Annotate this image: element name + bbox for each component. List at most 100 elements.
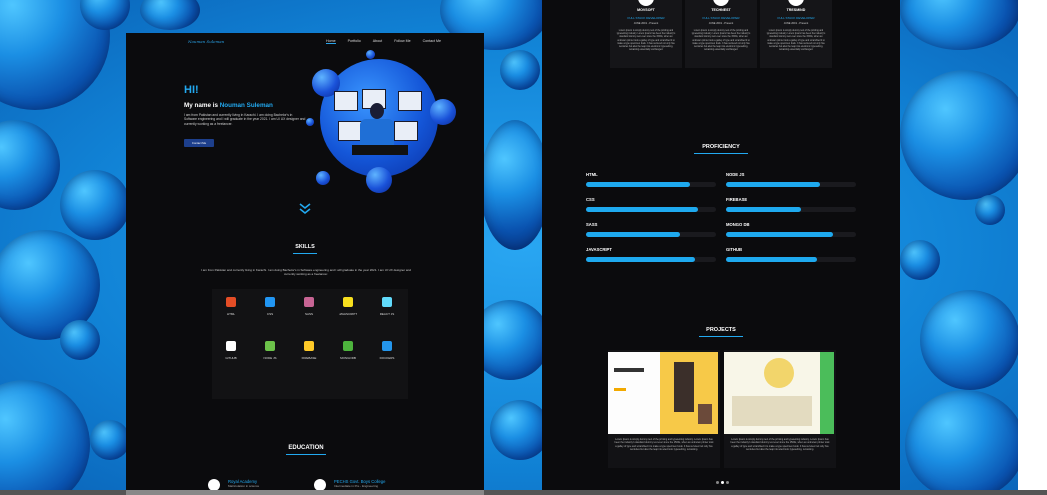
project-description: Lorem Ipsum is simply dummy text of the … xyxy=(614,438,714,451)
experience-card: MOVSOFT FULL STACK DEVELOPER JUNE 2019 -… xyxy=(610,0,682,68)
skill-item: GITHUB xyxy=(216,341,246,360)
proficiency-label: MONGO DB xyxy=(726,222,750,227)
nav-portfolio[interactable]: Portfolio xyxy=(348,39,361,44)
proficiency-track xyxy=(586,182,716,187)
hero-bubble xyxy=(306,118,314,126)
background-bubble xyxy=(900,70,1030,200)
nav-home[interactable]: Home xyxy=(326,39,336,44)
company-logo-icon xyxy=(788,0,804,6)
person-head xyxy=(370,103,384,119)
proficiency-item: GITHUB xyxy=(726,247,856,262)
background-bubble xyxy=(90,420,130,460)
nav-follow[interactable]: Follow Me xyxy=(394,39,410,44)
skill-item: CSS xyxy=(255,297,285,316)
proficiency-fill xyxy=(586,207,698,212)
contact-me-button[interactable]: Contact Me xyxy=(184,139,214,147)
skill-label: JAVASCRIPT xyxy=(338,312,358,316)
monitor xyxy=(334,91,358,111)
project-card[interactable]: Lorem Ipsum is simply dummy text of the … xyxy=(724,350,836,468)
proficiency-label: FIREBASE xyxy=(726,197,748,202)
scrollbar-thumb[interactable] xyxy=(126,490,484,495)
experience-company: TECHNEST xyxy=(711,8,731,12)
nav-contact[interactable]: Contact Me xyxy=(423,39,441,44)
proficiency-item: SASS xyxy=(586,222,716,237)
proficiency-item: CSS xyxy=(586,197,716,212)
background-bubble xyxy=(900,240,940,280)
page-scrollbar[interactable] xyxy=(0,490,1047,495)
skill-label: SASS xyxy=(304,312,313,316)
slider-dot[interactable] xyxy=(726,481,729,484)
javascript-icon xyxy=(343,297,353,307)
company-logo-icon xyxy=(638,0,654,6)
skill-label: GITHUB xyxy=(225,356,237,360)
skill-item: REACT JS xyxy=(372,297,402,316)
project-thumbnail[interactable] xyxy=(608,352,718,434)
experience-card: TRESMIND FULL STACK DEVELOPER JUNE 2019 … xyxy=(760,0,832,68)
proficiency-fill xyxy=(726,232,833,237)
company-logo-icon xyxy=(713,0,729,6)
thumbnail-sidebar xyxy=(820,352,834,434)
project-description: Lorem Ipsum is simply dummy text of the … xyxy=(730,438,830,451)
thumbnail-header xyxy=(614,368,644,372)
proficiency-track xyxy=(586,207,716,212)
hero-name-prefix: My name is xyxy=(184,102,220,109)
skill-label: CSS xyxy=(266,312,274,316)
monitor xyxy=(394,121,418,141)
slider-dot[interactable] xyxy=(716,481,719,484)
person-body xyxy=(360,119,394,147)
experience-date: JUNE 2019 - Present xyxy=(708,22,734,25)
background-bubble xyxy=(0,120,60,210)
desk xyxy=(352,145,408,155)
projects-title: PROJECTS xyxy=(706,327,736,333)
nav-about[interactable]: About xyxy=(373,39,382,44)
experience-description: Lorem Ipsum is simply dummy text of the … xyxy=(616,30,676,52)
proficiency-fill xyxy=(586,257,696,262)
proficiency-fill xyxy=(586,182,690,187)
proficiency-track xyxy=(726,257,856,262)
experience-description: Lorem Ipsum is simply dummy text of the … xyxy=(691,30,751,52)
proficiency-item: MONGO DB xyxy=(726,222,856,237)
education-degree: Matriculation in science xyxy=(228,484,260,488)
skill-label: MONGODB xyxy=(340,356,356,360)
experience-card: TECHNEST FULL STACK DEVELOPER JUNE 2019 … xyxy=(685,0,757,68)
proficiency-label: CSS xyxy=(586,197,595,202)
github-icon xyxy=(226,341,236,351)
experience-role: FULL STACK DEVELOPER xyxy=(777,16,815,20)
hero-bubble xyxy=(316,171,330,185)
education-title: EDUCATION xyxy=(288,445,324,451)
proficiency-item: JAVASCRIPT xyxy=(586,247,716,262)
hero-bubble xyxy=(430,99,456,125)
project-card[interactable]: Lorem Ipsum is simply dummy text of the … xyxy=(608,350,720,468)
proficiency-label: SASS xyxy=(586,222,598,227)
skills-title: SKILLS xyxy=(295,244,315,250)
project-thumbnail[interactable] xyxy=(724,352,834,434)
skill-item: SASS xyxy=(294,297,324,316)
skill-item: FIREBASE xyxy=(294,341,324,360)
nodejs-icon xyxy=(265,341,275,351)
hero-bubble xyxy=(366,50,375,59)
background-bubble xyxy=(60,320,100,360)
thumbnail-photo xyxy=(698,404,712,424)
css3-icon xyxy=(265,297,275,307)
slider-dot[interactable] xyxy=(721,481,724,484)
experience-company: TRESMIND xyxy=(786,8,806,12)
thumbnail-button xyxy=(614,388,626,391)
education-title-underline xyxy=(286,454,326,455)
docker-icon xyxy=(382,341,392,351)
thumbnail-grid xyxy=(732,396,812,426)
proficiency-track xyxy=(726,232,856,237)
thumbnail-photo xyxy=(764,358,794,388)
proficiency-label: GITHUB xyxy=(726,247,743,252)
proficiency-item: HTML xyxy=(586,172,716,187)
background-bubble xyxy=(60,170,130,240)
background-bubble xyxy=(480,120,550,250)
scroll-down-chevron-icon[interactable] xyxy=(298,203,312,215)
background-bubble xyxy=(920,290,1020,390)
html5-icon xyxy=(226,297,236,307)
skill-label: FIREBASE xyxy=(301,356,317,360)
proficiency-fill xyxy=(726,182,820,187)
hero-name: My name is Nouman Suleman xyxy=(184,102,273,109)
site-logo[interactable]: Nouman Suleman xyxy=(188,39,224,44)
proficiency-track xyxy=(586,232,716,237)
monitor xyxy=(338,121,362,141)
